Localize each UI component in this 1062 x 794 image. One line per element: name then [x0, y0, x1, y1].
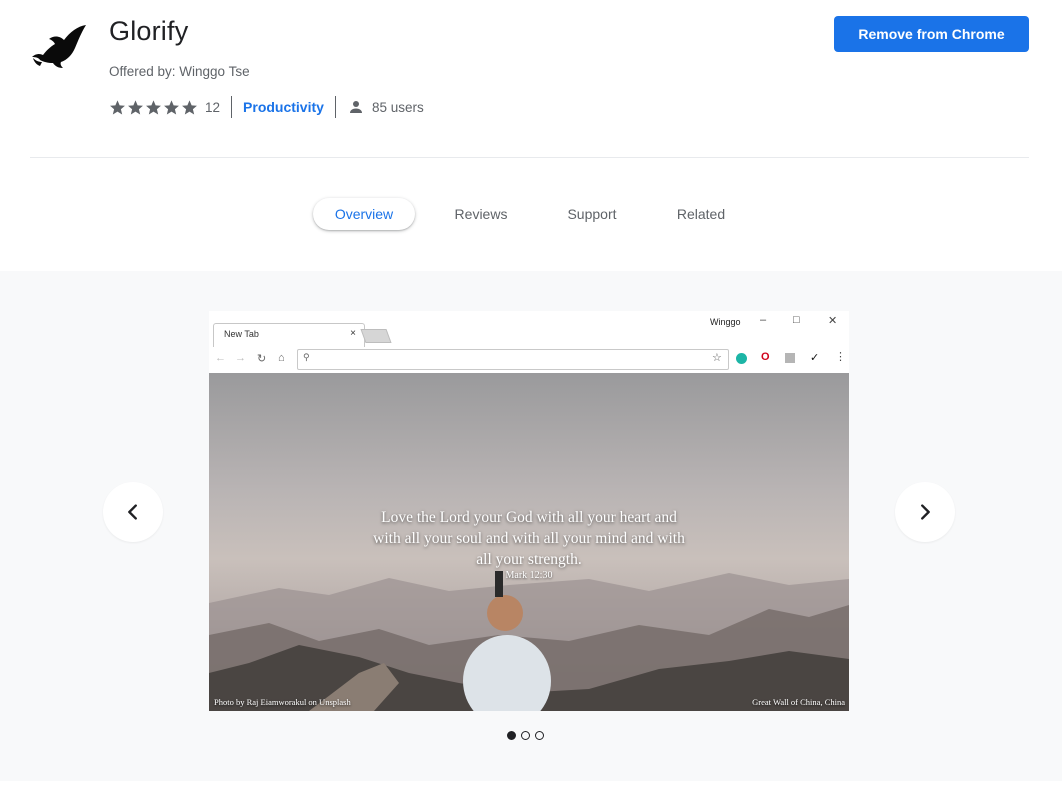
menu-icon: ⋮ — [835, 351, 846, 363]
user-count: 85 users — [371, 99, 424, 115]
tab-reviews[interactable]: Reviews — [437, 198, 525, 230]
offered-by: Offered by: Winggo Tse — [109, 64, 250, 79]
remove-from-chrome-button[interactable]: Remove from Chrome — [834, 16, 1029, 52]
close-icon: × — [350, 328, 356, 339]
tab-related[interactable]: Related — [657, 198, 745, 230]
window-close-icon: ✕ — [828, 315, 838, 327]
extension-meta: 12 Productivity 85 users — [109, 96, 424, 118]
header-divider — [30, 157, 1029, 158]
category-link[interactable]: Productivity — [243, 99, 324, 115]
extension-screenshot: New Tab × Winggo – □ ✕ ← → ↻ ⌂ ⚲ ☆ O ✓ ⋮… — [209, 311, 849, 711]
next-slide-button[interactable] — [895, 482, 955, 542]
user-icon — [349, 101, 362, 113]
photo-credit: Photo by Raj Eiamworakul on Unsplash — [214, 697, 351, 707]
new-tab-icon — [360, 329, 392, 343]
previous-slide-button[interactable] — [103, 482, 163, 542]
bird-logo-icon — [32, 25, 86, 68]
browser-tab-title: New Tab — [224, 329, 259, 339]
verse-line: with all your soul and with all your min… — [373, 530, 685, 547]
extension-title: Glorify — [109, 16, 189, 46]
profile-name: Winggo — [710, 317, 741, 327]
star-icon — [128, 99, 143, 114]
slide-indicators — [507, 731, 544, 740]
slide-dot[interactable] — [521, 731, 530, 740]
maximize-icon: □ — [793, 314, 800, 326]
star-icon — [110, 99, 125, 114]
chevron-right-icon — [921, 504, 930, 520]
tab-support[interactable]: Support — [548, 198, 636, 230]
back-icon: ← — [215, 352, 226, 364]
screenshot-gallery: New Tab × Winggo – □ ✕ ← → ↻ ⌂ ⚲ ☆ O ✓ ⋮… — [0, 271, 1062, 781]
meta-divider — [334, 96, 336, 118]
browser-tabstrip: New Tab × Winggo – □ ✕ — [209, 311, 849, 348]
star-icon — [146, 99, 161, 114]
extension-icon — [785, 353, 795, 363]
browser-chrome: New Tab × Winggo – □ ✕ ← → ↻ ⌂ ⚲ ☆ O ✓ ⋮ — [209, 311, 849, 374]
opera-icon: O — [761, 351, 770, 363]
omnibox: ⚲ ☆ — [297, 349, 729, 370]
browser-toolbar: ← → ↻ ⌂ ⚲ ☆ O ✓ ⋮ — [209, 347, 849, 374]
star-icon — [164, 99, 179, 114]
rating-count[interactable]: 12 — [205, 100, 220, 115]
bookmark-star-icon: ☆ — [712, 352, 722, 364]
chevron-left-icon — [128, 504, 137, 520]
detail-tabs: Overview Reviews Support Related — [0, 198, 1062, 232]
rating-stars[interactable] — [109, 99, 198, 116]
search-icon: ⚲ — [303, 352, 310, 362]
slide-dot[interactable] — [507, 731, 516, 740]
browser-tab: New Tab × — [213, 323, 365, 348]
home-icon: ⌂ — [278, 352, 285, 364]
verse-line: all your strength. — [476, 551, 582, 568]
meta-divider — [231, 96, 233, 118]
star-icon — [182, 99, 197, 114]
forward-icon: → — [235, 352, 246, 364]
reload-icon: ↻ — [257, 353, 267, 365]
verse-line: Love the Lord your God with all your hea… — [381, 509, 677, 526]
bird-logo-icon: ✓ — [810, 352, 820, 364]
photo-location: Great Wall of China, China — [752, 697, 845, 707]
extension-header: Glorify Offered by: Winggo Tse 12 Produc… — [0, 0, 1062, 158]
tab-overview[interactable]: Overview — [313, 198, 415, 230]
slide-dot[interactable] — [535, 731, 544, 740]
verse-reference: Mark 12:30 — [505, 570, 553, 581]
background-photo: Love the Lord your God with all your hea… — [209, 373, 849, 711]
minimize-icon: – — [760, 314, 767, 326]
extension-icon — [736, 353, 747, 364]
verse-quote: Love the Lord your God with all your hea… — [209, 507, 849, 570]
